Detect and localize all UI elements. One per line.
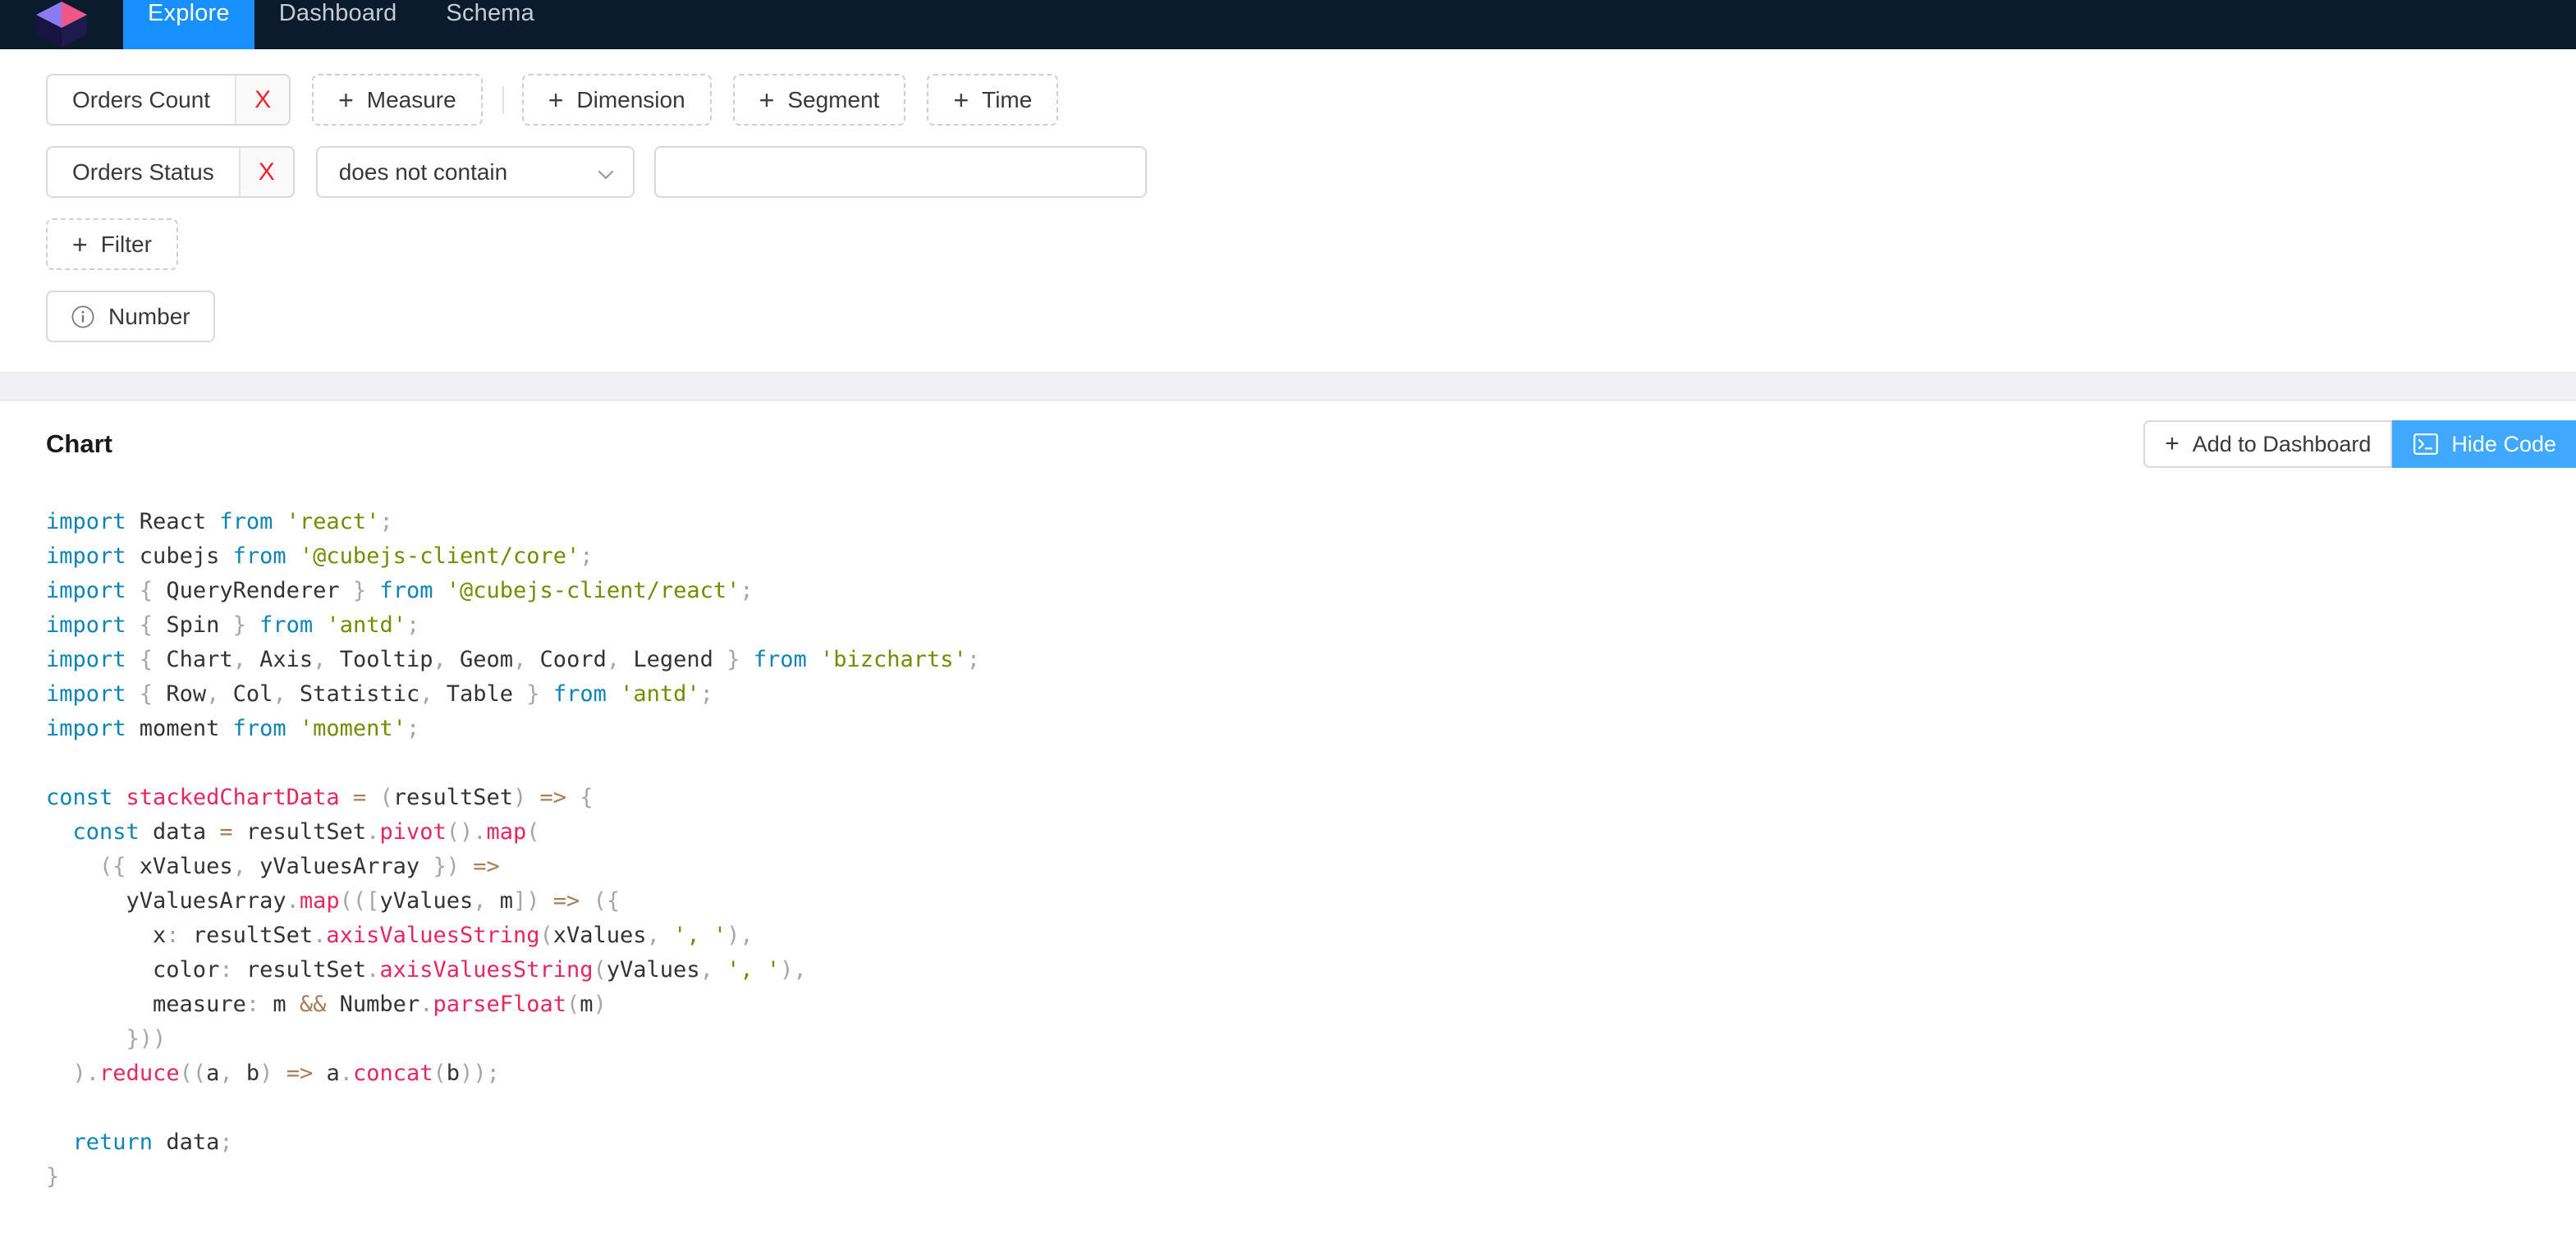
nav-tab-explore[interactable]: Explore xyxy=(123,0,254,49)
member-orders-count[interactable]: Orders Count X xyxy=(46,74,291,126)
nav-tab-dashboard-label: Dashboard xyxy=(278,0,397,26)
add-segment-button[interactable]: + Segment xyxy=(732,74,906,126)
plus-icon: + xyxy=(759,85,775,115)
chart-section-header: Chart + Add to Dashboard Hide Code xyxy=(0,401,2576,487)
member-orders-count-label: Orders Count xyxy=(48,76,236,124)
code-panel: import React from 'react'; import cubejs… xyxy=(0,487,2576,1194)
nav-tab-list: Explore Dashboard Schema xyxy=(123,0,559,49)
add-measure-button[interactable]: + Measure xyxy=(312,74,483,126)
viz-type-number-button[interactable]: Number xyxy=(46,291,215,342)
nav-tab-dashboard[interactable]: Dashboard xyxy=(254,0,422,49)
chevron-down-icon xyxy=(597,163,615,181)
hide-code-button[interactable]: Hide Code xyxy=(2392,420,2576,468)
chart-section-title: Chart xyxy=(46,429,112,458)
members-row: Orders Count X + Measure + Dimension + S… xyxy=(46,74,2530,126)
plus-icon: + xyxy=(72,229,88,259)
close-x-icon[interactable]: X xyxy=(235,76,290,124)
close-x-icon[interactable]: X xyxy=(238,148,293,196)
members-divider xyxy=(502,85,504,114)
info-circle-icon xyxy=(71,305,95,329)
filter-value-input[interactable] xyxy=(653,146,1147,198)
chart-action-buttons: + Add to Dashboard Hide Code xyxy=(2143,420,2576,468)
add-measure-label: Measure xyxy=(366,86,456,112)
add-time-label: Time xyxy=(982,86,1033,112)
filter-member-label: Orders Status xyxy=(48,148,239,196)
plus-icon: + xyxy=(338,85,354,115)
section-separator-band xyxy=(0,372,2576,401)
hide-code-label: Hide Code xyxy=(2451,431,2556,456)
top-navigation-bar: Explore Dashboard Schema xyxy=(0,0,2576,49)
filter-member-orders-status[interactable]: Orders Status X xyxy=(46,146,295,198)
viz-type-row: Number xyxy=(46,291,2530,342)
add-to-dashboard-button[interactable]: + Add to Dashboard xyxy=(2143,420,2393,468)
source-code-block[interactable]: import React from 'react'; import cubejs… xyxy=(46,505,2530,1194)
viz-type-number-label: Number xyxy=(108,303,190,329)
nav-tab-schema[interactable]: Schema xyxy=(421,0,559,49)
add-filter-row: + Filter xyxy=(46,218,2530,270)
add-dimension-button[interactable]: + Dimension xyxy=(521,74,712,126)
add-filter-button[interactable]: + Filter xyxy=(46,218,178,270)
filter-operator-label: does not contain xyxy=(338,158,508,185)
plus-icon: + xyxy=(548,85,564,115)
terminal-icon xyxy=(2413,433,2439,455)
query-builder-panel: Orders Count X + Measure + Dimension + S… xyxy=(0,49,2576,372)
add-time-button[interactable]: + Time xyxy=(927,74,1059,126)
filter-row: Orders Status X does not contain xyxy=(46,146,2530,198)
plus-icon: + xyxy=(953,85,969,115)
plus-icon: + xyxy=(2165,430,2180,457)
add-dimension-label: Dimension xyxy=(576,86,685,112)
app-logo[interactable] xyxy=(0,0,123,49)
add-filter-label: Filter xyxy=(100,231,152,257)
filter-operator-select[interactable]: does not contain xyxy=(315,146,635,198)
cube-logo-icon xyxy=(36,2,87,48)
add-segment-label: Segment xyxy=(787,86,880,112)
nav-tab-explore-label: Explore xyxy=(148,0,230,26)
playground-app: Explore Dashboard Schema Orders Count X … xyxy=(0,0,2576,1251)
nav-tab-schema-label: Schema xyxy=(446,0,534,26)
add-to-dashboard-label: Add to Dashboard xyxy=(2192,431,2372,456)
